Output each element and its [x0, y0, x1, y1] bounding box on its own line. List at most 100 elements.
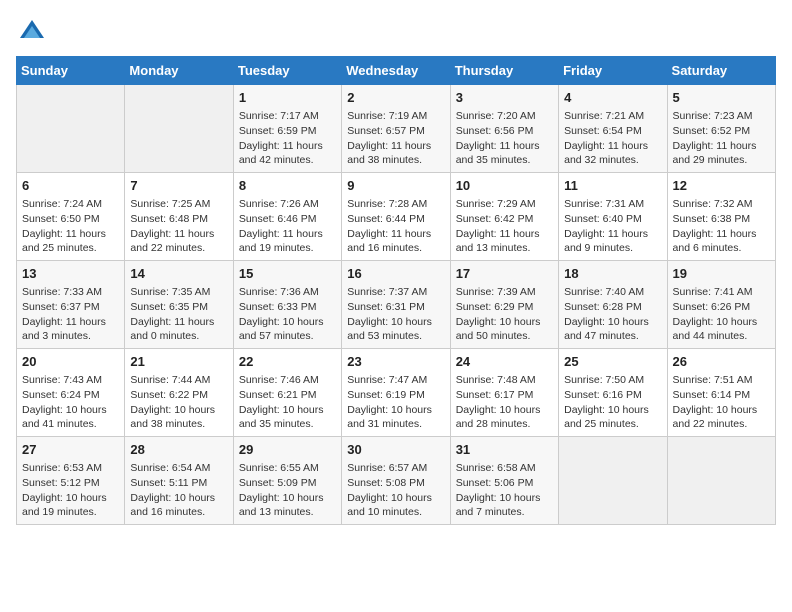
day-info: Sunrise: 7:33 AM Sunset: 6:37 PM Dayligh… — [22, 285, 119, 344]
weekday-header-sunday: Sunday — [17, 57, 125, 85]
calendar-cell: 24 Sunrise: 7:48 AM Sunset: 6:17 PM Dayli… — [450, 349, 558, 437]
day-info: Sunrise: 6:57 AM Sunset: 5:08 PM Dayligh… — [347, 461, 444, 520]
day-number: 7 — [130, 177, 227, 195]
day-info: Sunrise: 7:46 AM Sunset: 6:21 PM Dayligh… — [239, 373, 336, 432]
calendar-cell: 1Sunrise: 7:17 AM Sunset: 6:59 PM Daylig… — [233, 85, 341, 173]
day-number: 10 — [456, 177, 553, 195]
calendar-week-row: 1Sunrise: 7:17 AM Sunset: 6:59 PM Daylig… — [17, 85, 776, 173]
day-number: 5 — [673, 89, 770, 107]
calendar-week-row: 27 Sunrise: 6:53 AM Sunset: 5:12 PM Dayli… — [17, 437, 776, 525]
calendar-cell: 3 Sunrise: 7:20 AM Sunset: 6:56 PM Daylig… — [450, 85, 558, 173]
weekday-header-wednesday: Wednesday — [342, 57, 450, 85]
day-number: 14 — [130, 265, 227, 283]
day-info: Sunrise: 7:26 AM Sunset: 6:46 PM Dayligh… — [239, 197, 336, 256]
calendar-cell: 6 Sunrise: 7:24 AM Sunset: 6:50 PM Daylig… — [17, 173, 125, 261]
logo-icon — [18, 16, 46, 44]
logo — [16, 16, 46, 44]
day-number: 30 — [347, 441, 444, 459]
calendar-cell — [667, 437, 775, 525]
calendar-week-row: 20Sunrise: 7:43 AM Sunset: 6:24 PM Dayli… — [17, 349, 776, 437]
calendar-cell: 7 Sunrise: 7:25 AM Sunset: 6:48 PM Daylig… — [125, 173, 233, 261]
calendar-cell: 28 Sunrise: 6:54 AM Sunset: 5:11 PM Dayli… — [125, 437, 233, 525]
calendar-header: SundayMondayTuesdayWednesdayThursdayFrid… — [17, 57, 776, 85]
day-info: Sunrise: 7:21 AM Sunset: 6:54 PM Dayligh… — [564, 109, 661, 168]
day-info: Sunrise: 7:44 AM Sunset: 6:22 PM Dayligh… — [130, 373, 227, 432]
day-info: Sunrise: 7:41 AM Sunset: 6:26 PM Dayligh… — [673, 285, 770, 344]
calendar-cell: 11Sunrise: 7:31 AM Sunset: 6:40 PM Dayli… — [559, 173, 667, 261]
day-number: 3 — [456, 89, 553, 107]
day-info: Sunrise: 7:35 AM Sunset: 6:35 PM Dayligh… — [130, 285, 227, 344]
day-info: Sunrise: 7:25 AM Sunset: 6:48 PM Dayligh… — [130, 197, 227, 256]
calendar-cell: 13Sunrise: 7:33 AM Sunset: 6:37 PM Dayli… — [17, 261, 125, 349]
day-info: Sunrise: 7:39 AM Sunset: 6:29 PM Dayligh… — [456, 285, 553, 344]
day-number: 31 — [456, 441, 553, 459]
calendar-cell: 29 Sunrise: 6:55 AM Sunset: 5:09 PM Dayli… — [233, 437, 341, 525]
day-number: 8 — [239, 177, 336, 195]
day-number: 21 — [130, 353, 227, 371]
calendar-cell: 19 Sunrise: 7:41 AM Sunset: 6:26 PM Dayli… — [667, 261, 775, 349]
calendar-cell: 25 Sunrise: 7:50 AM Sunset: 6:16 PM Dayli… — [559, 349, 667, 437]
calendar-cell: 31Sunrise: 6:58 AM Sunset: 5:06 PM Dayli… — [450, 437, 558, 525]
day-number: 9 — [347, 177, 444, 195]
day-number: 18 — [564, 265, 661, 283]
day-info: Sunrise: 7:24 AM Sunset: 6:50 PM Dayligh… — [22, 197, 119, 256]
calendar-cell — [125, 85, 233, 173]
day-number: 22 — [239, 353, 336, 371]
day-number: 26 — [673, 353, 770, 371]
day-info: Sunrise: 6:54 AM Sunset: 5:11 PM Dayligh… — [130, 461, 227, 520]
calendar-cell: 23 Sunrise: 7:47 AM Sunset: 6:19 PM Dayli… — [342, 349, 450, 437]
calendar-week-row: 6 Sunrise: 7:24 AM Sunset: 6:50 PM Daylig… — [17, 173, 776, 261]
calendar-table: SundayMondayTuesdayWednesdayThursdayFrid… — [16, 56, 776, 525]
day-number: 15 — [239, 265, 336, 283]
day-info: Sunrise: 7:20 AM Sunset: 6:56 PM Dayligh… — [456, 109, 553, 168]
calendar-cell: 26 Sunrise: 7:51 AM Sunset: 6:14 PM Dayli… — [667, 349, 775, 437]
day-info: Sunrise: 7:23 AM Sunset: 6:52 PM Dayligh… — [673, 109, 770, 168]
day-info: Sunrise: 7:47 AM Sunset: 6:19 PM Dayligh… — [347, 373, 444, 432]
calendar-cell: 20Sunrise: 7:43 AM Sunset: 6:24 PM Dayli… — [17, 349, 125, 437]
calendar-cell — [559, 437, 667, 525]
day-info: Sunrise: 6:55 AM Sunset: 5:09 PM Dayligh… — [239, 461, 336, 520]
day-info: Sunrise: 7:28 AM Sunset: 6:44 PM Dayligh… — [347, 197, 444, 256]
day-number: 24 — [456, 353, 553, 371]
day-number: 25 — [564, 353, 661, 371]
calendar-cell: 15 Sunrise: 7:36 AM Sunset: 6:33 PM Dayli… — [233, 261, 341, 349]
day-number: 2 — [347, 89, 444, 107]
day-number: 27 — [22, 441, 119, 459]
calendar-cell — [17, 85, 125, 173]
day-info: Sunrise: 7:17 AM Sunset: 6:59 PM Dayligh… — [239, 109, 336, 168]
calendar-cell: 30 Sunrise: 6:57 AM Sunset: 5:08 PM Dayli… — [342, 437, 450, 525]
calendar-cell: 14 Sunrise: 7:35 AM Sunset: 6:35 PM Dayli… — [125, 261, 233, 349]
day-info: Sunrise: 7:48 AM Sunset: 6:17 PM Dayligh… — [456, 373, 553, 432]
day-info: Sunrise: 7:29 AM Sunset: 6:42 PM Dayligh… — [456, 197, 553, 256]
day-info: Sunrise: 7:31 AM Sunset: 6:40 PM Dayligh… — [564, 197, 661, 256]
calendar-cell: 17Sunrise: 7:39 AM Sunset: 6:29 PM Dayli… — [450, 261, 558, 349]
calendar-cell: 18Sunrise: 7:40 AM Sunset: 6:28 PM Dayli… — [559, 261, 667, 349]
day-number: 16 — [347, 265, 444, 283]
weekday-header-saturday: Saturday — [667, 57, 775, 85]
day-number: 4 — [564, 89, 661, 107]
calendar-cell: 2 Sunrise: 7:19 AM Sunset: 6:57 PM Daylig… — [342, 85, 450, 173]
day-number: 29 — [239, 441, 336, 459]
calendar-week-row: 13Sunrise: 7:33 AM Sunset: 6:37 PM Dayli… — [17, 261, 776, 349]
day-info: Sunrise: 7:32 AM Sunset: 6:38 PM Dayligh… — [673, 197, 770, 256]
day-info: Sunrise: 7:19 AM Sunset: 6:57 PM Dayligh… — [347, 109, 444, 168]
day-info: Sunrise: 7:43 AM Sunset: 6:24 PM Dayligh… — [22, 373, 119, 432]
day-info: Sunrise: 7:51 AM Sunset: 6:14 PM Dayligh… — [673, 373, 770, 432]
calendar-cell: 8 Sunrise: 7:26 AM Sunset: 6:46 PM Daylig… — [233, 173, 341, 261]
day-number: 19 — [673, 265, 770, 283]
weekday-header-monday: Monday — [125, 57, 233, 85]
calendar-cell: 22 Sunrise: 7:46 AM Sunset: 6:21 PM Dayli… — [233, 349, 341, 437]
calendar-cell: 16Sunrise: 7:37 AM Sunset: 6:31 PM Dayli… — [342, 261, 450, 349]
day-info: Sunrise: 7:50 AM Sunset: 6:16 PM Dayligh… — [564, 373, 661, 432]
calendar-cell: 21 Sunrise: 7:44 AM Sunset: 6:22 PM Dayli… — [125, 349, 233, 437]
calendar-cell: 5 Sunrise: 7:23 AM Sunset: 6:52 PM Daylig… — [667, 85, 775, 173]
day-number: 23 — [347, 353, 444, 371]
day-info: Sunrise: 6:53 AM Sunset: 5:12 PM Dayligh… — [22, 461, 119, 520]
day-number: 28 — [130, 441, 227, 459]
calendar-cell: 10 Sunrise: 7:29 AM Sunset: 6:42 PM Dayli… — [450, 173, 558, 261]
day-info: Sunrise: 7:36 AM Sunset: 6:33 PM Dayligh… — [239, 285, 336, 344]
day-number: 12 — [673, 177, 770, 195]
day-number: 6 — [22, 177, 119, 195]
page-header — [16, 16, 776, 44]
weekday-header-friday: Friday — [559, 57, 667, 85]
